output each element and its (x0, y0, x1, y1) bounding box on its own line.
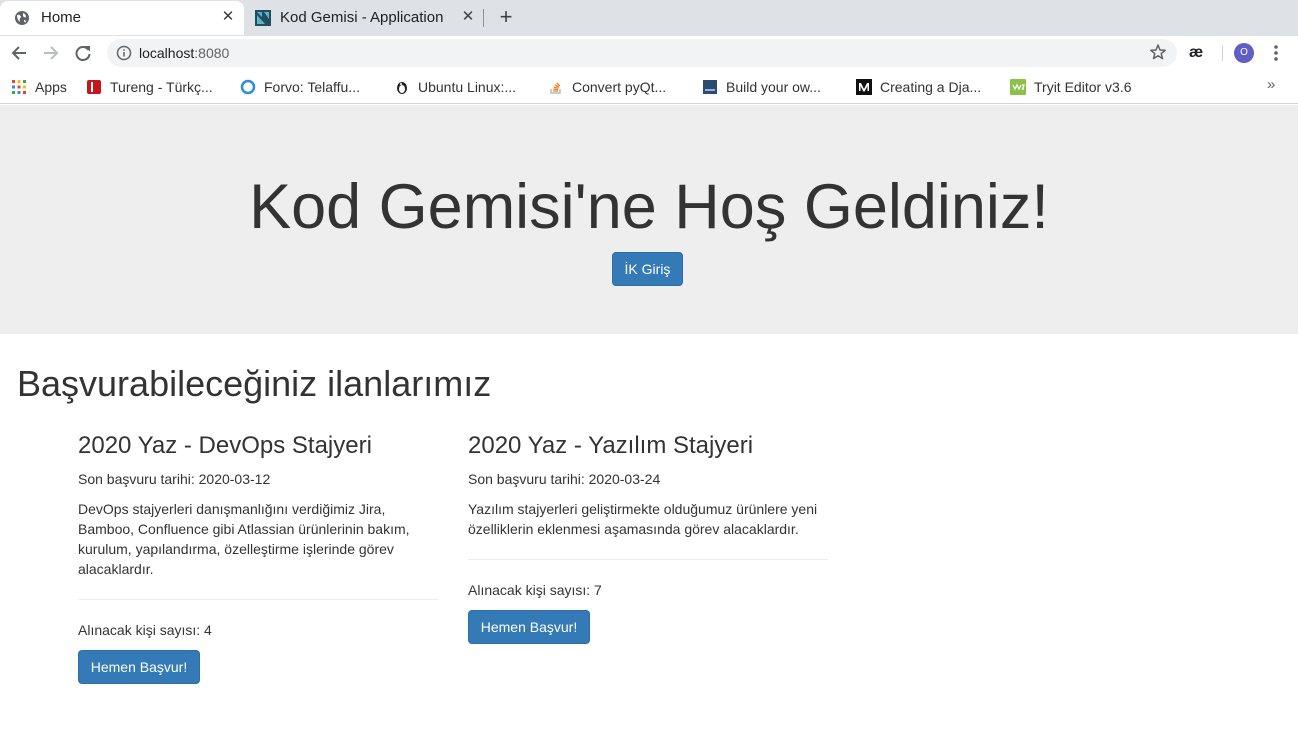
job-title: 2020 Yaz - DevOps Stajyeri (78, 432, 372, 459)
bookmark-label: Apps (35, 79, 67, 95)
close-icon[interactable]: ✕ (220, 9, 236, 25)
job-card-software: 2020 Yaz - Yazılım Stajyeri Son başvuru … (468, 430, 828, 644)
tab-title: Home (41, 9, 82, 26)
forvo-icon (240, 79, 256, 95)
bookmark-label: Build your ow... (726, 79, 821, 95)
url-port: :8080 (194, 45, 230, 61)
job-headcount: Alınacak kişi sayısı: 4 (78, 622, 212, 638)
forward-arrow-icon[interactable] (40, 42, 62, 64)
globe-icon (15, 11, 29, 25)
job-divider (78, 599, 438, 600)
job-description: DevOps stajyerleri danışmanlığını verdiğ… (78, 501, 410, 577)
bookmark-label: Convert pyQt... (572, 79, 667, 95)
bookmark-creating-django[interactable]: Creating a Dja... (856, 77, 981, 97)
bookmark-apps[interactable]: Apps (11, 77, 67, 97)
new-tab-button[interactable]: + (496, 6, 516, 28)
apps-grid-icon (12, 80, 26, 94)
bookmark-forvo[interactable]: Forvo: Telaffu... (240, 77, 360, 97)
url-text[interactable]: localhost:8080 (139, 45, 229, 61)
hero-title: Kod Gemisi'ne Hoş Geldiniz! (249, 172, 1049, 242)
bookmark-star-icon[interactable] (1149, 43, 1167, 61)
hr-login-button[interactable]: İK Giriş (612, 252, 683, 286)
job-deadline: Son başvuru tarihi: 2020-03-12 (78, 471, 271, 487)
address-bar[interactable]: localhost:8080 (107, 39, 1177, 67)
reload-icon[interactable] (72, 42, 94, 64)
job-title: 2020 Yaz - Yazılım Stajyeri (468, 432, 754, 459)
bookmarks-overflow-chevron-icon[interactable]: » (1267, 76, 1275, 93)
listings-heading: Başvurabileceğiniz ilanlarımız (17, 363, 492, 404)
tab-home[interactable]: Home ✕ (0, 1, 244, 35)
toolbar-divider (1222, 45, 1223, 61)
ubuntu-linux-icon (397, 82, 407, 94)
back-arrow-icon[interactable] (8, 42, 30, 64)
kod-gemisi-logo-icon (255, 10, 271, 26)
w3schools-icon (1010, 79, 1026, 95)
browser-toolbar: localhost:8080 æ O (0, 36, 1298, 70)
job-card-devops: 2020 Yaz - DevOps Stajyeri Son başvuru t… (78, 430, 438, 684)
tureng-icon (87, 80, 101, 94)
tab-title: Kod Gemisi - Application (280, 9, 444, 26)
stackoverflow-icon (550, 82, 561, 94)
job-divider (468, 559, 828, 560)
bookmark-label: Tureng - Türkç... (110, 79, 213, 95)
bookmark-label: Creating a Dja... (880, 79, 982, 95)
bookmarks-bar: Apps Tureng - Türkç... Forvo: Telaffu...… (0, 70, 1298, 104)
medium-icon (856, 79, 872, 95)
hero-jumbotron: Kod Gemisi'ne Hoş Geldiniz! İK Giriş (0, 105, 1298, 334)
info-icon[interactable] (116, 45, 132, 61)
job-deadline: Son başvuru tarihi: 2020-03-24 (468, 471, 661, 487)
menu-kebab-icon[interactable] (1268, 42, 1284, 64)
job-headcount: Alınacak kişi sayısı: 7 (468, 582, 602, 598)
bookmark-label: Ubuntu Linux:... (418, 79, 517, 95)
bookmark-label: Forvo: Telaffu... (264, 79, 360, 95)
apply-button[interactable]: Hemen Başvur! (78, 650, 200, 684)
bookmark-label: Tryit Editor v3.6 (1034, 79, 1132, 95)
build-icon (703, 80, 717, 94)
tab-strip: Home ✕ Kod Gemisi - Application ✕ + (0, 0, 1298, 36)
job-description: Yazılım stajyerleri geliştirmekte olduğu… (468, 501, 818, 537)
extension-ae-icon[interactable]: æ (1189, 44, 1203, 62)
close-icon[interactable]: ✕ (460, 9, 476, 25)
bookmark-build-your-own[interactable]: Build your ow... (702, 77, 821, 97)
bookmark-tryit-editor[interactable]: Tryit Editor v3.6 (1010, 77, 1132, 97)
apply-button[interactable]: Hemen Başvur! (468, 610, 590, 644)
profile-avatar[interactable]: O (1234, 43, 1254, 63)
bookmark-convert-pyqt[interactable]: Convert pyQt... (548, 77, 666, 97)
url-host: localhost (139, 45, 195, 61)
bookmark-ubuntu-linux[interactable]: Ubuntu Linux:... (394, 77, 516, 97)
tab-application[interactable]: Kod Gemisi - Application ✕ (244, 1, 484, 35)
tab-separator (483, 9, 484, 27)
bookmark-tureng[interactable]: Tureng - Türkç... (86, 77, 213, 97)
